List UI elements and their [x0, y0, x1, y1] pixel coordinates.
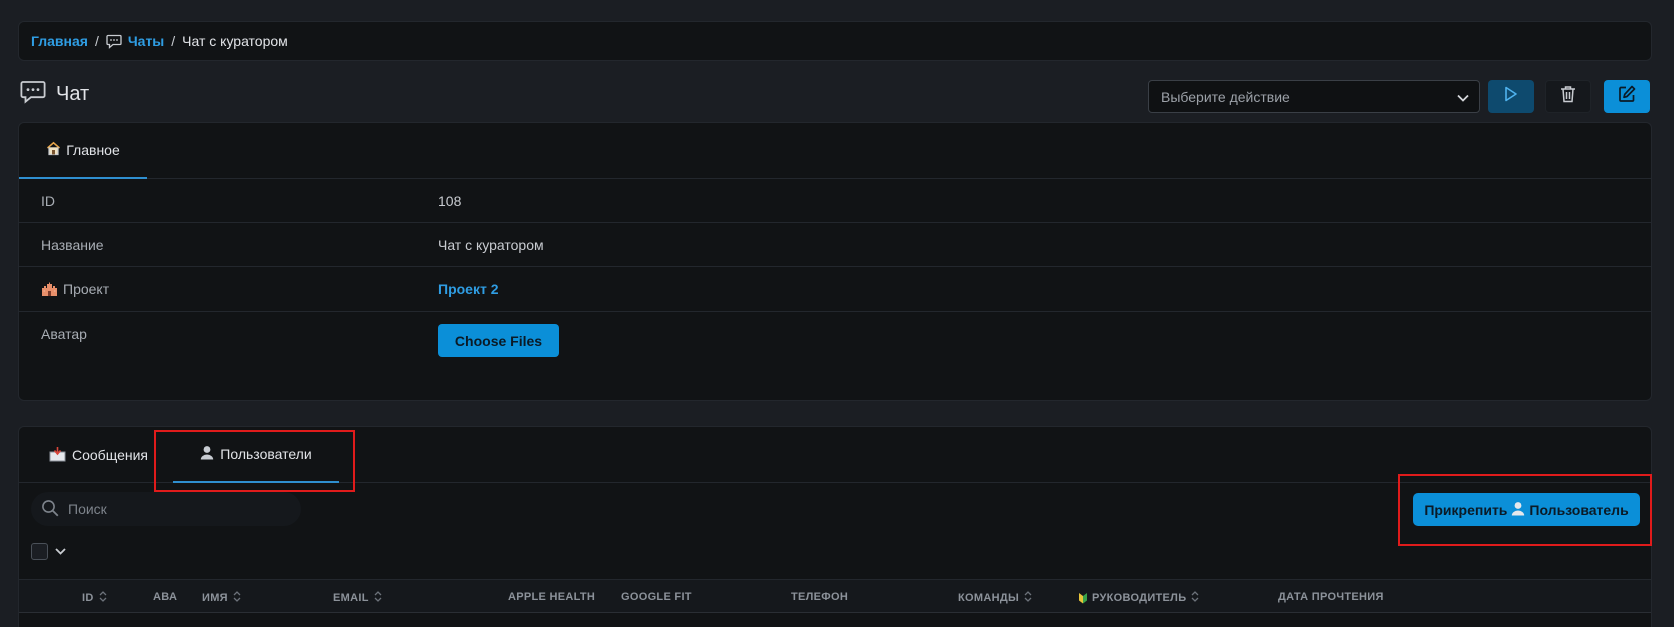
house-icon — [46, 141, 66, 159]
details-tabbar: Главное — [19, 123, 1651, 179]
details-panel: Главное ID 108 Название Чат с куратором … — [18, 122, 1652, 401]
beginner-badge-icon — [1078, 592, 1088, 604]
column-email-label: EMAIL — [333, 592, 369, 604]
inbox-tray-icon — [49, 446, 72, 465]
chat-bubble-icon — [20, 80, 46, 109]
search-placeholder: Поиск — [68, 501, 107, 517]
column-header-name[interactable]: ИМЯ — [202, 591, 241, 605]
users-table-header: ID АВА ИМЯ EMAIL APPLE HEALTH GOOGLE FIT… — [19, 579, 1651, 613]
breadcrumb-separator: / — [94, 33, 99, 49]
project-label-text: Проект — [63, 281, 110, 297]
chevron-down-icon — [1457, 89, 1469, 105]
search-input[interactable]: Поиск — [31, 492, 301, 526]
tab-main-label: Главное — [66, 142, 120, 158]
page-header: Чат — [20, 80, 89, 109]
column-header-ava: АВА — [153, 591, 178, 603]
breadcrumb: Главная / Чаты / Чат с куратором — [18, 21, 1652, 61]
edit-button[interactable] — [1604, 80, 1650, 113]
action-select-placeholder: Выберите действие — [1161, 88, 1290, 105]
column-header-teams[interactable]: КОМАНДЫ — [958, 591, 1032, 605]
breadcrumb-separator: / — [171, 33, 176, 49]
tab-main[interactable]: Главное — [19, 123, 147, 179]
breadcrumb-home-link[interactable]: Главная — [31, 33, 88, 49]
search-icon — [41, 499, 68, 520]
field-row-avatar: Аватар Choose Files — [19, 312, 1651, 380]
tab-messages[interactable]: Сообщения — [49, 427, 148, 483]
delete-button[interactable] — [1545, 80, 1591, 113]
field-row-id: ID 108 — [19, 179, 1651, 223]
edit-icon — [1618, 85, 1636, 108]
bulk-select[interactable] — [31, 543, 66, 560]
id-label: ID — [41, 193, 55, 209]
column-id-label: ID — [82, 592, 94, 604]
sort-icon — [99, 591, 107, 605]
name-value: Чат с куратором — [438, 237, 544, 253]
trash-icon — [1560, 85, 1576, 108]
sort-icon — [374, 591, 382, 605]
column-header-apple-health: APPLE HEALTH — [508, 591, 596, 603]
sort-icon — [233, 591, 241, 605]
action-select[interactable]: Выберите действие — [1148, 80, 1480, 113]
project-link[interactable]: Проект 2 — [438, 281, 499, 297]
id-value: 108 — [438, 193, 462, 209]
breadcrumb-current: Чат с куратором — [182, 33, 288, 49]
column-manager-label: РУКОВОДИТЕЛЬ — [1092, 592, 1187, 604]
highlight-box — [1398, 474, 1652, 546]
column-teams-label: КОМАНДЫ — [958, 592, 1020, 604]
name-label: Название — [41, 237, 104, 253]
field-row-name: Название Чат с куратором — [19, 223, 1651, 267]
sort-icon — [1191, 591, 1199, 605]
castle-icon — [41, 282, 58, 297]
field-row-project: Проект Проект 2 — [19, 267, 1651, 312]
column-header-read-date: ДАТА ПРОЧТЕНИЯ — [1278, 591, 1384, 603]
breadcrumb-chats-link[interactable]: Чаты — [128, 33, 164, 49]
page-title: Чат — [56, 83, 90, 105]
column-name-label: ИМЯ — [202, 592, 228, 604]
sort-icon — [1024, 591, 1032, 605]
column-header-email[interactable]: EMAIL — [333, 591, 382, 605]
chevron-down-icon[interactable] — [55, 548, 66, 555]
play-icon — [1504, 86, 1518, 107]
highlight-box — [154, 430, 355, 492]
column-header-manager[interactable]: РУКОВОДИТЕЛЬ — [1078, 591, 1199, 605]
avatar-label: Аватар — [41, 326, 87, 342]
column-header-phone: ТЕЛЕФОН — [791, 591, 849, 603]
chat-bubble-icon — [106, 34, 122, 49]
select-all-checkbox[interactable] — [31, 543, 48, 560]
tab-messages-label: Сообщения — [72, 447, 148, 463]
column-header-google-fit: GOOGLE FIT — [621, 591, 692, 603]
run-action-button[interactable] — [1488, 80, 1534, 113]
column-header-id[interactable]: ID — [82, 591, 107, 605]
choose-files-button[interactable]: Choose Files — [438, 324, 559, 357]
project-label: Проект — [41, 281, 109, 297]
